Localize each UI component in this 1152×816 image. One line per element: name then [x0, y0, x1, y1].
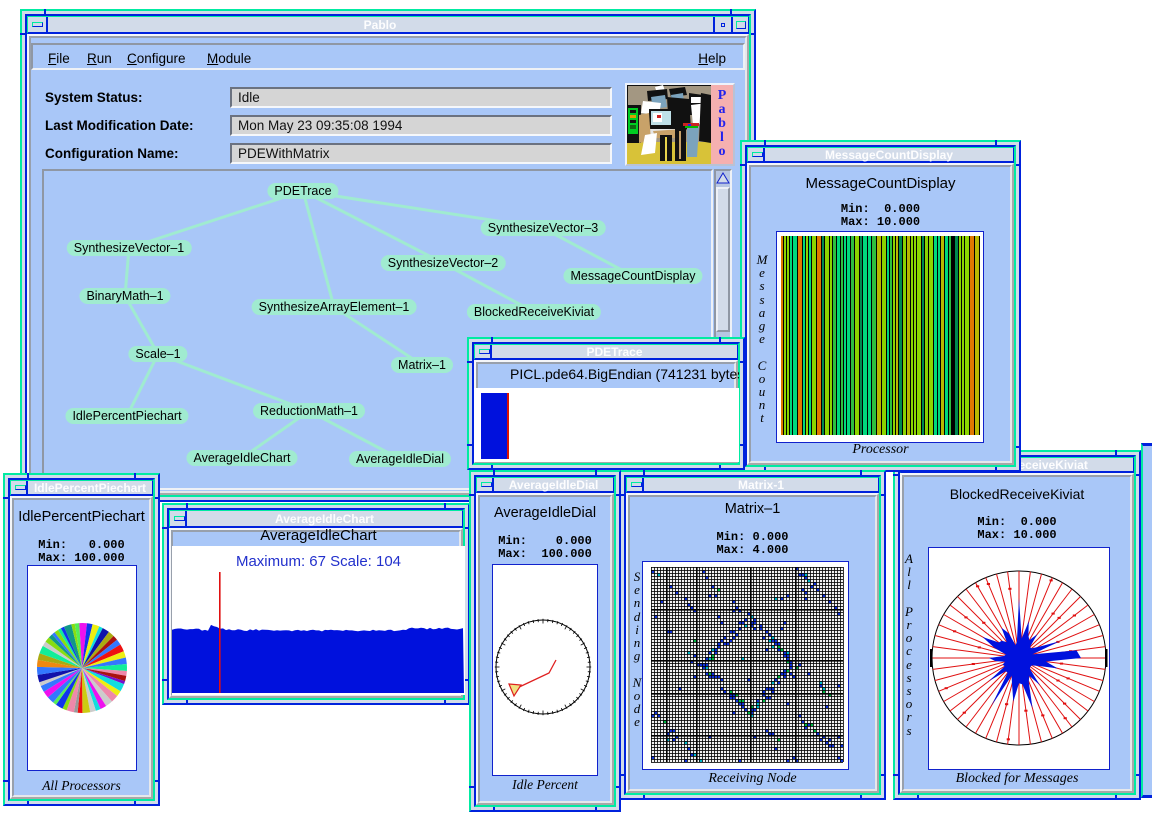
- svg-text:b: b: [718, 116, 726, 131]
- svg-text:o: o: [719, 144, 726, 159]
- svg-text:l: l: [720, 130, 724, 145]
- svg-text:a: a: [719, 102, 726, 117]
- svg-text:P: P: [718, 88, 727, 103]
